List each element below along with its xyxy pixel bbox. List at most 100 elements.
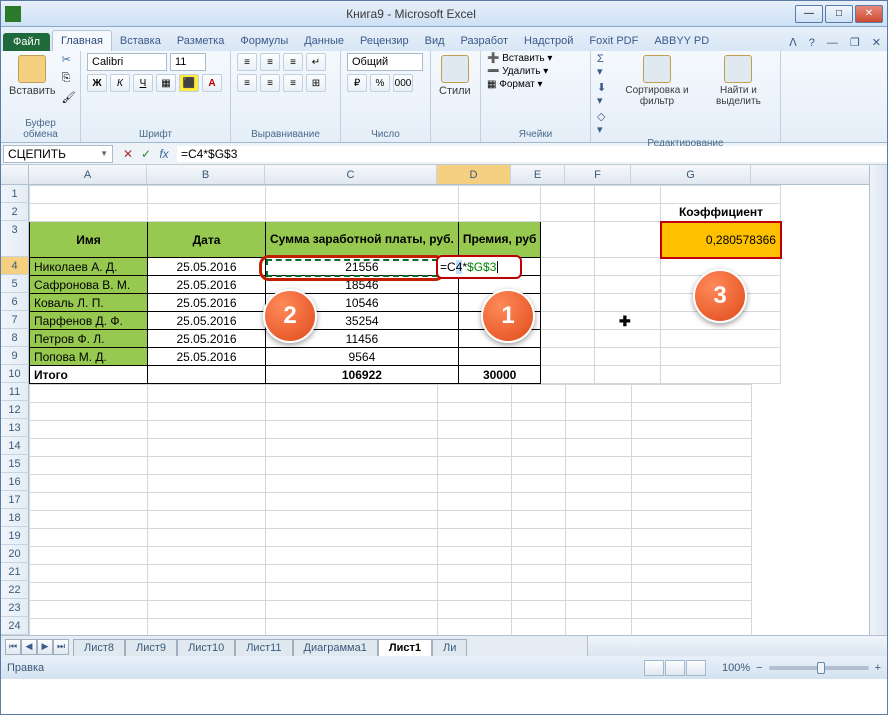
sheet-nav-next[interactable]: ▶ — [37, 639, 53, 655]
number-format-combo[interactable]: Общий — [347, 53, 423, 71]
cut-icon[interactable]: ✂ — [62, 53, 78, 69]
minimize-button[interactable]: — — [795, 5, 823, 23]
zoom-out-button[interactable]: − — [756, 662, 762, 674]
view-normal-button[interactable] — [644, 660, 664, 676]
maximize-button[interactable]: □ — [825, 5, 853, 23]
help-icon[interactable]: ? — [803, 35, 821, 51]
cells-delete-button[interactable]: ➖ Удалить ▾ — [487, 66, 548, 77]
fx-icon[interactable]: fx — [157, 147, 171, 161]
view-break-button[interactable] — [686, 660, 706, 676]
align-bot-button[interactable]: ≡ — [283, 53, 303, 71]
align-center-button[interactable]: ≡ — [260, 74, 280, 92]
copy-icon[interactable]: ⎘ — [62, 72, 78, 88]
align-right-button[interactable]: ≡ — [283, 74, 303, 92]
col-header[interactable]: F — [565, 165, 631, 184]
font-name-combo[interactable]: Calibri — [87, 53, 167, 71]
row-header[interactable]: 5 — [1, 275, 29, 293]
chevron-down-icon[interactable]: ▼ — [100, 149, 108, 158]
cancel-icon[interactable]: ✕ — [121, 147, 135, 161]
percent-button[interactable]: % — [370, 74, 390, 92]
col-header[interactable]: D — [437, 165, 511, 184]
worksheet[interactable]: A B C D E F G 12345678910111213141516171… — [1, 165, 887, 635]
row-header[interactable]: 21 — [1, 563, 29, 581]
zoom-level[interactable]: 100% — [722, 662, 750, 674]
ribbon-min-icon[interactable]: ᐱ — [783, 34, 803, 51]
sheet-tab[interactable]: Ли — [432, 639, 467, 656]
sheet-tab[interactable]: Лист11 — [235, 639, 292, 656]
cells-format-button[interactable]: ▦ Формат ▾ — [487, 79, 543, 90]
formula-input[interactable]: =C4*$G$3 — [177, 146, 887, 162]
format-painter-icon[interactable]: 🖌 — [62, 91, 78, 107]
row-header[interactable]: 10 — [1, 365, 29, 383]
zoom-slider[interactable] — [769, 666, 869, 670]
fill-color-button[interactable]: ⬛ — [179, 74, 199, 92]
tab-view[interactable]: Вид — [417, 31, 453, 51]
col-header[interactable]: C — [265, 165, 437, 184]
merge-button[interactable]: ⊞ — [306, 74, 326, 92]
tab-home[interactable]: Главная — [52, 30, 112, 51]
view-layout-button[interactable] — [665, 660, 685, 676]
find-select-button[interactable]: Найти и выделить — [703, 53, 774, 109]
comma-button[interactable]: 000 — [393, 74, 413, 92]
tab-insert[interactable]: Вставка — [112, 31, 169, 51]
wrap-button[interactable]: ↵ — [306, 53, 326, 71]
tab-addins[interactable]: Надстрой — [516, 31, 581, 51]
row-header[interactable]: 8 — [1, 329, 29, 347]
currency-button[interactable]: ₽ — [347, 74, 367, 92]
grid[interactable]: Коэффициент Имя Дата Сумма заработной пл… — [29, 185, 782, 384]
paste-button[interactable]: Вставить — [7, 53, 58, 99]
bold-button[interactable]: Ж — [87, 74, 107, 92]
row-header[interactable]: 1 — [1, 185, 29, 203]
row-header[interactable]: 19 — [1, 527, 29, 545]
horizontal-scrollbar[interactable] — [587, 636, 887, 656]
col-header[interactable]: A — [29, 165, 147, 184]
row-header[interactable]: 13 — [1, 419, 29, 437]
sheet-tab[interactable]: Лист10 — [177, 639, 235, 656]
row-header[interactable]: 16 — [1, 473, 29, 491]
row-header[interactable]: 24 — [1, 617, 29, 635]
total-label[interactable]: Итого — [30, 366, 148, 384]
doc-min-icon[interactable]: — — [821, 35, 844, 51]
tab-data[interactable]: Данные — [296, 31, 352, 51]
row-header[interactable]: 11 — [1, 383, 29, 401]
row-header[interactable]: 9 — [1, 347, 29, 365]
sheet-nav-first[interactable]: ⏮ — [5, 639, 21, 655]
doc-restore-icon[interactable]: ❐ — [844, 34, 866, 51]
tab-formulas[interactable]: Формулы — [232, 31, 296, 51]
select-all-button[interactable] — [1, 165, 29, 184]
sheet-tab[interactable]: Лист9 — [125, 639, 177, 656]
sort-filter-button[interactable]: Сортировка и фильтр — [615, 53, 699, 109]
styles-button[interactable]: Стили — [437, 53, 473, 99]
row-header[interactable]: 3 — [1, 221, 29, 257]
underline-button[interactable]: Ч — [133, 74, 153, 92]
col-header[interactable]: E — [511, 165, 565, 184]
row-header[interactable]: 18 — [1, 509, 29, 527]
doc-close-icon[interactable]: ✕ — [866, 34, 887, 51]
col-header[interactable]: G — [631, 165, 751, 184]
close-button[interactable]: ✕ — [855, 5, 883, 23]
sheet-nav-prev[interactable]: ◀ — [21, 639, 37, 655]
row-header[interactable]: 7 — [1, 311, 29, 329]
tab-abbyy[interactable]: ABBYY PD — [646, 31, 717, 51]
align-left-button[interactable]: ≡ — [237, 74, 257, 92]
clear-button[interactable]: ◇ ▾ — [597, 110, 611, 136]
name-box[interactable]: СЦЕПИТЬ ▼ — [3, 145, 113, 163]
row-header[interactable]: 4 — [1, 257, 29, 275]
tab-developer[interactable]: Разработ — [453, 31, 516, 51]
tab-review[interactable]: Рецензир — [352, 31, 417, 51]
border-button[interactable]: ▦ — [156, 74, 176, 92]
sheet-tab-active[interactable]: Лист1 — [378, 639, 432, 656]
row-header[interactable]: 23 — [1, 599, 29, 617]
row-header[interactable]: 15 — [1, 455, 29, 473]
row-header[interactable]: 22 — [1, 581, 29, 599]
row-header[interactable]: 20 — [1, 545, 29, 563]
row-header[interactable]: 17 — [1, 491, 29, 509]
fill-button[interactable]: ⬇ ▾ — [597, 81, 611, 107]
enter-icon[interactable]: ✓ — [139, 147, 153, 161]
row-header[interactable]: 12 — [1, 401, 29, 419]
align-top-button[interactable]: ≡ — [237, 53, 257, 71]
cells-insert-button[interactable]: ➕ Вставить ▾ — [487, 53, 552, 64]
italic-button[interactable]: К — [110, 74, 130, 92]
row-header[interactable]: 14 — [1, 437, 29, 455]
col-header[interactable]: B — [147, 165, 265, 184]
